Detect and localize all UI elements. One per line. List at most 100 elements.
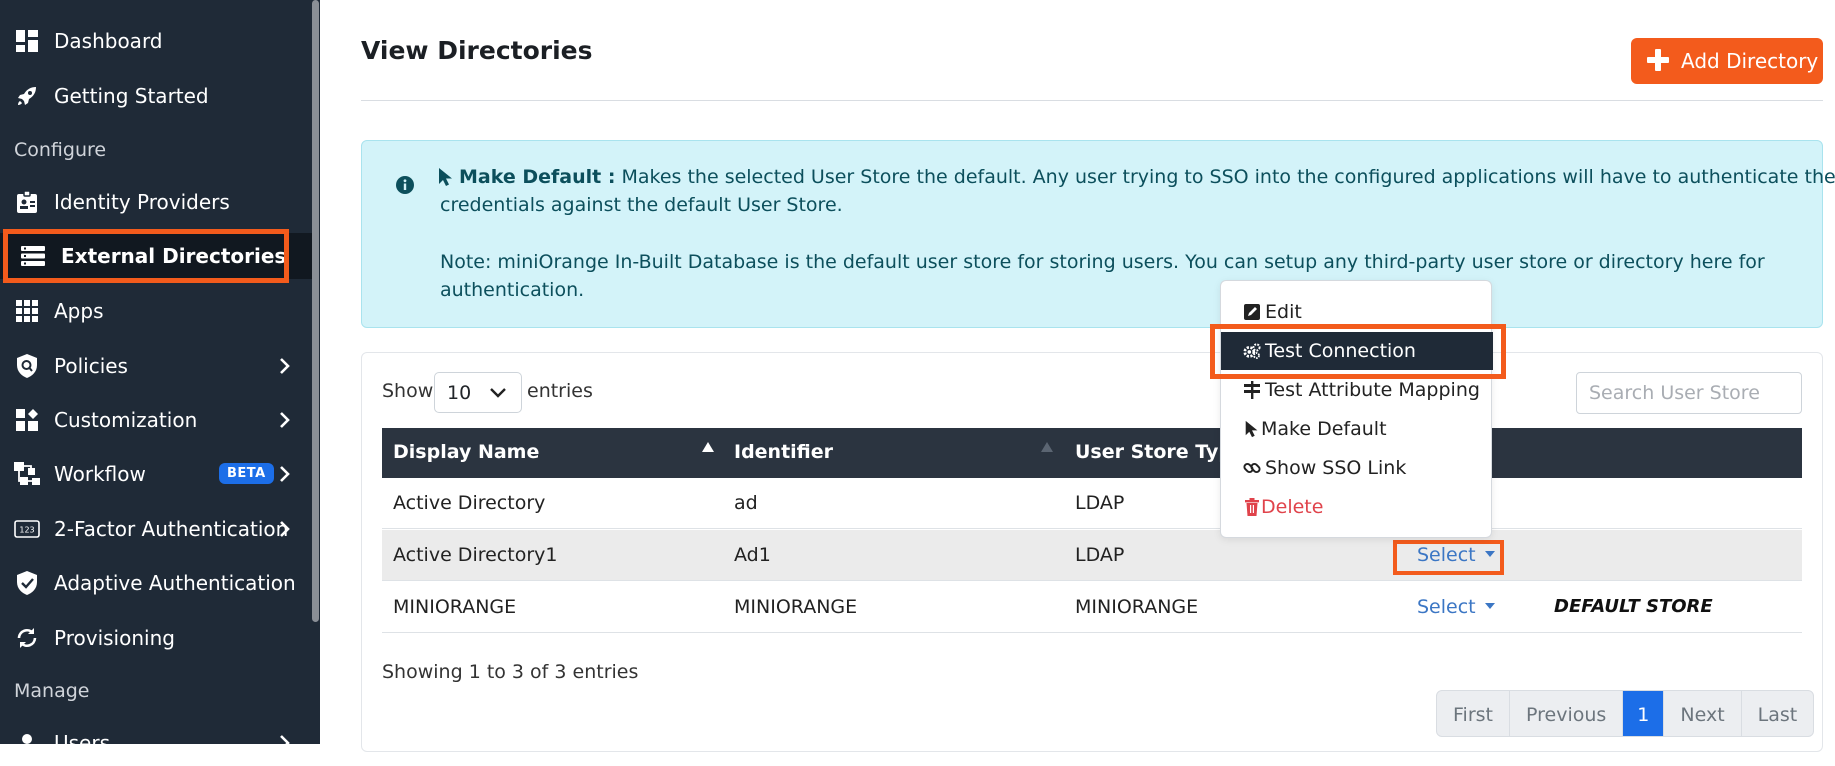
highlight-box <box>1210 324 1506 379</box>
page-first-button[interactable]: First <box>1437 691 1510 736</box>
pagination: First Previous 1 Next Last <box>1436 690 1815 737</box>
alert-line-1: Make Default : Makes the selected User S… <box>459 163 1835 191</box>
signpost-icon <box>1244 381 1260 399</box>
menu-item-label: Delete <box>1261 496 1324 518</box>
sidebar-item-label: Policies <box>54 354 128 378</box>
plus-icon <box>1647 49 1669 71</box>
alert-text: Makes the selected User Store the defaul… <box>615 166 1835 188</box>
sidebar-item-label: Identity Providers <box>54 190 230 214</box>
sidebar-item-users[interactable]: Users <box>0 720 312 766</box>
sidebar-item-label: Apps <box>54 299 104 323</box>
highlight-box <box>1393 540 1504 575</box>
select-action-button[interactable]: Select <box>1417 596 1495 618</box>
sidebar-item-label: Users <box>54 731 111 755</box>
customize-icon <box>14 407 40 433</box>
page-title: View Directories <box>361 36 593 65</box>
menu-item-make-default[interactable]: Make Default <box>1221 410 1493 448</box>
sidebar-item-label: Workflow <box>54 462 146 486</box>
menu-item-label: Make Default <box>1261 418 1387 440</box>
trash-icon <box>1245 498 1259 516</box>
sidebar-item-label: Customization <box>54 408 198 432</box>
menu-item-label: Show SSO Link <box>1265 457 1407 479</box>
info-icon <box>396 176 414 194</box>
table-row: MINIORANGE MINIORANGE MINIORANGE Select … <box>382 582 1802 633</box>
link-icon <box>1243 462 1261 474</box>
section-configure: Configure <box>14 139 107 161</box>
sidebar-item-2fa[interactable]: 123 2-Factor Authentication <box>0 506 312 552</box>
rocket-icon <box>14 83 40 109</box>
menu-item-delete[interactable]: Delete <box>1221 488 1493 526</box>
shield-search-icon <box>14 353 40 379</box>
edit-icon <box>1244 304 1260 320</box>
shield-check-icon <box>14 570 40 596</box>
sync-icon <box>14 625 40 651</box>
chevron-right-icon <box>280 521 290 537</box>
column-display-name[interactable]: Display Name <box>393 441 539 463</box>
sidebar-item-label: 2-Factor Authentication <box>54 517 289 541</box>
sidebar-item-workflow[interactable]: Workflow BETA <box>0 451 312 497</box>
highlight-box <box>3 229 289 283</box>
sidebar-item-identity-providers[interactable]: Identity Providers <box>0 179 312 225</box>
sort-icon <box>1041 442 1053 452</box>
alert-line-4: authentication. <box>440 279 585 301</box>
svg-text:123: 123 <box>19 526 34 535</box>
sidebar-item-label: Getting Started <box>54 84 209 108</box>
table-row: Active Directory ad LDAP <box>382 478 1802 529</box>
page-next-button[interactable]: Next <box>1664 691 1742 736</box>
cell-display-name: Active Directory <box>393 492 546 514</box>
sort-asc-icon <box>702 442 714 452</box>
column-identifier[interactable]: Identifier <box>734 441 833 463</box>
table-header: Display Name Identifier User Store Type <box>382 428 1802 478</box>
page-previous-button[interactable]: Previous <box>1510 691 1624 736</box>
sidebar-item-dashboard[interactable]: Dashboard <box>0 18 312 64</box>
default-store-label: DEFAULT STORE <box>1554 596 1713 617</box>
add-directory-label: Add Directory <box>1681 49 1819 73</box>
sidebar-item-label: Dashboard <box>54 29 163 53</box>
menu-item-label: Edit <box>1265 301 1302 323</box>
alert-line-2: credentials against the default User Sto… <box>440 194 843 216</box>
select-label: Select <box>1417 596 1476 618</box>
page-last-button[interactable]: Last <box>1742 691 1814 736</box>
page-length-select[interactable]: 10 <box>434 372 522 413</box>
user-icon <box>14 730 40 756</box>
caret-down-icon <box>1484 603 1495 609</box>
sidebar-item-getting-started[interactable]: Getting Started <box>0 73 312 119</box>
sidebar-item-apps[interactable]: Apps <box>0 288 312 334</box>
grid-icon <box>14 298 40 324</box>
pointer-icon <box>1245 420 1258 438</box>
123-icon: 123 <box>14 516 40 542</box>
menu-item-show-sso-link[interactable]: Show SSO Link <box>1221 449 1493 487</box>
chevron-right-icon <box>280 735 290 751</box>
sidebar-item-policies[interactable]: Policies <box>0 343 312 389</box>
action-dropdown-menu: Edit Test Connection Test Attribute Mapp… <box>1220 280 1493 538</box>
chevron-right-icon <box>280 358 290 374</box>
sidebar-item-adaptive-auth[interactable]: Adaptive Authentication <box>0 560 312 606</box>
cell-identifier: MINIORANGE <box>734 596 858 618</box>
chevron-down-icon <box>490 388 506 398</box>
sidebar-item-customization[interactable]: Customization <box>0 397 312 443</box>
pointer-icon <box>439 168 452 186</box>
search-input[interactable] <box>1576 372 1802 414</box>
dashboard-icon <box>14 28 40 54</box>
sidebar-item-provisioning[interactable]: Provisioning <box>0 615 312 661</box>
add-directory-button[interactable]: Add Directory <box>1631 38 1823 84</box>
alert-bold: Make Default : <box>459 166 616 188</box>
show-label: Show <box>382 380 434 402</box>
sidebar-item-label: Provisioning <box>54 626 175 650</box>
cell-type: LDAP <box>1075 544 1125 566</box>
beta-badge: BETA <box>219 463 274 484</box>
sidebar-item-label: Adaptive Authentication <box>54 571 296 595</box>
id-badge-icon <box>14 189 40 215</box>
cell-identifier: Ad1 <box>734 544 771 566</box>
workflow-icon <box>14 461 40 487</box>
sidebar-scrollbar[interactable] <box>312 0 319 622</box>
cell-type: MINIORANGE <box>1075 596 1199 618</box>
cell-identifier: ad <box>734 492 758 514</box>
cell-display-name: Active Directory1 <box>393 544 558 566</box>
menu-item-label: Test Attribute Mapping <box>1265 379 1480 401</box>
page-length-value: 10 <box>447 382 472 404</box>
cell-display-name: MINIORANGE <box>393 596 517 618</box>
page-current-button[interactable]: 1 <box>1623 691 1665 736</box>
table-row: Active Directory1 Ad1 LDAP Select <box>382 530 1802 581</box>
section-manage: Manage <box>14 680 90 702</box>
